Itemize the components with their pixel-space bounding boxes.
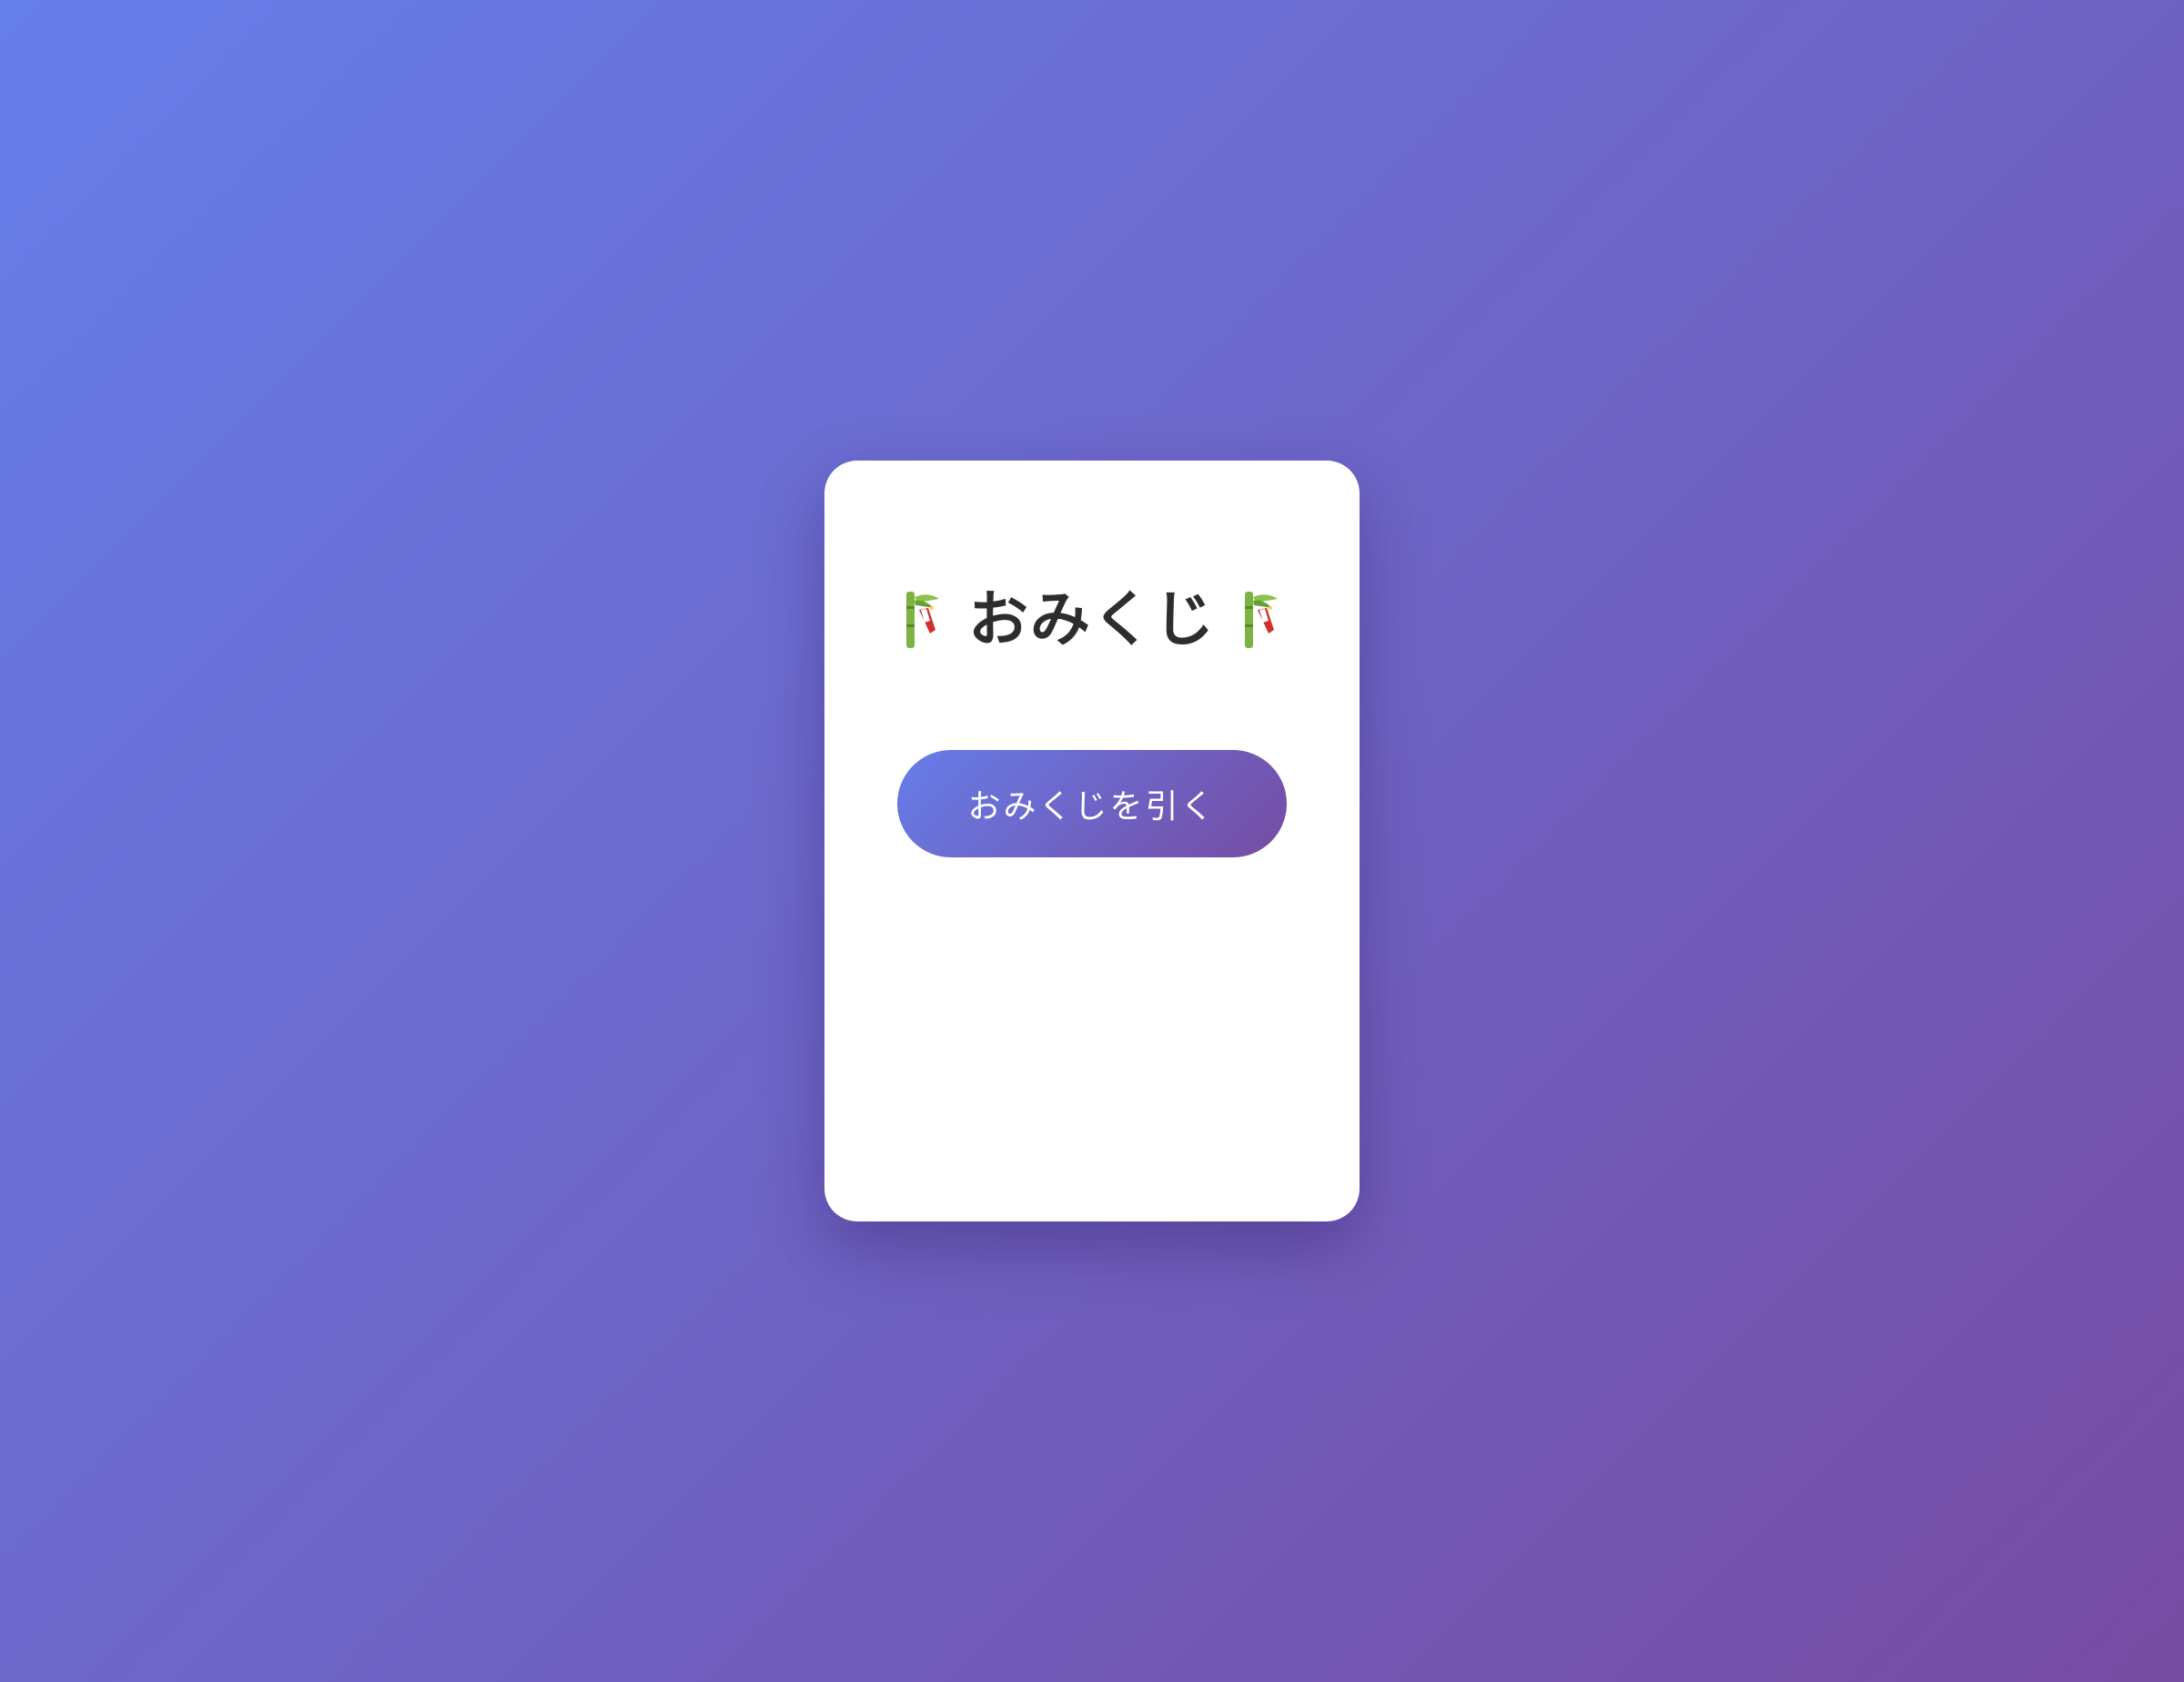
title-text: おみくじ — [968, 584, 1216, 654]
omikuji-card: おみくじ おみくじを引く — [824, 461, 1360, 1221]
page-title: おみくじ — [824, 579, 1360, 661]
tanabata-tree-icon — [897, 590, 948, 650]
draw-omikuji-button[interactable]: おみくじを引く — [897, 750, 1287, 857]
tanabata-tree-icon — [1236, 590, 1287, 650]
